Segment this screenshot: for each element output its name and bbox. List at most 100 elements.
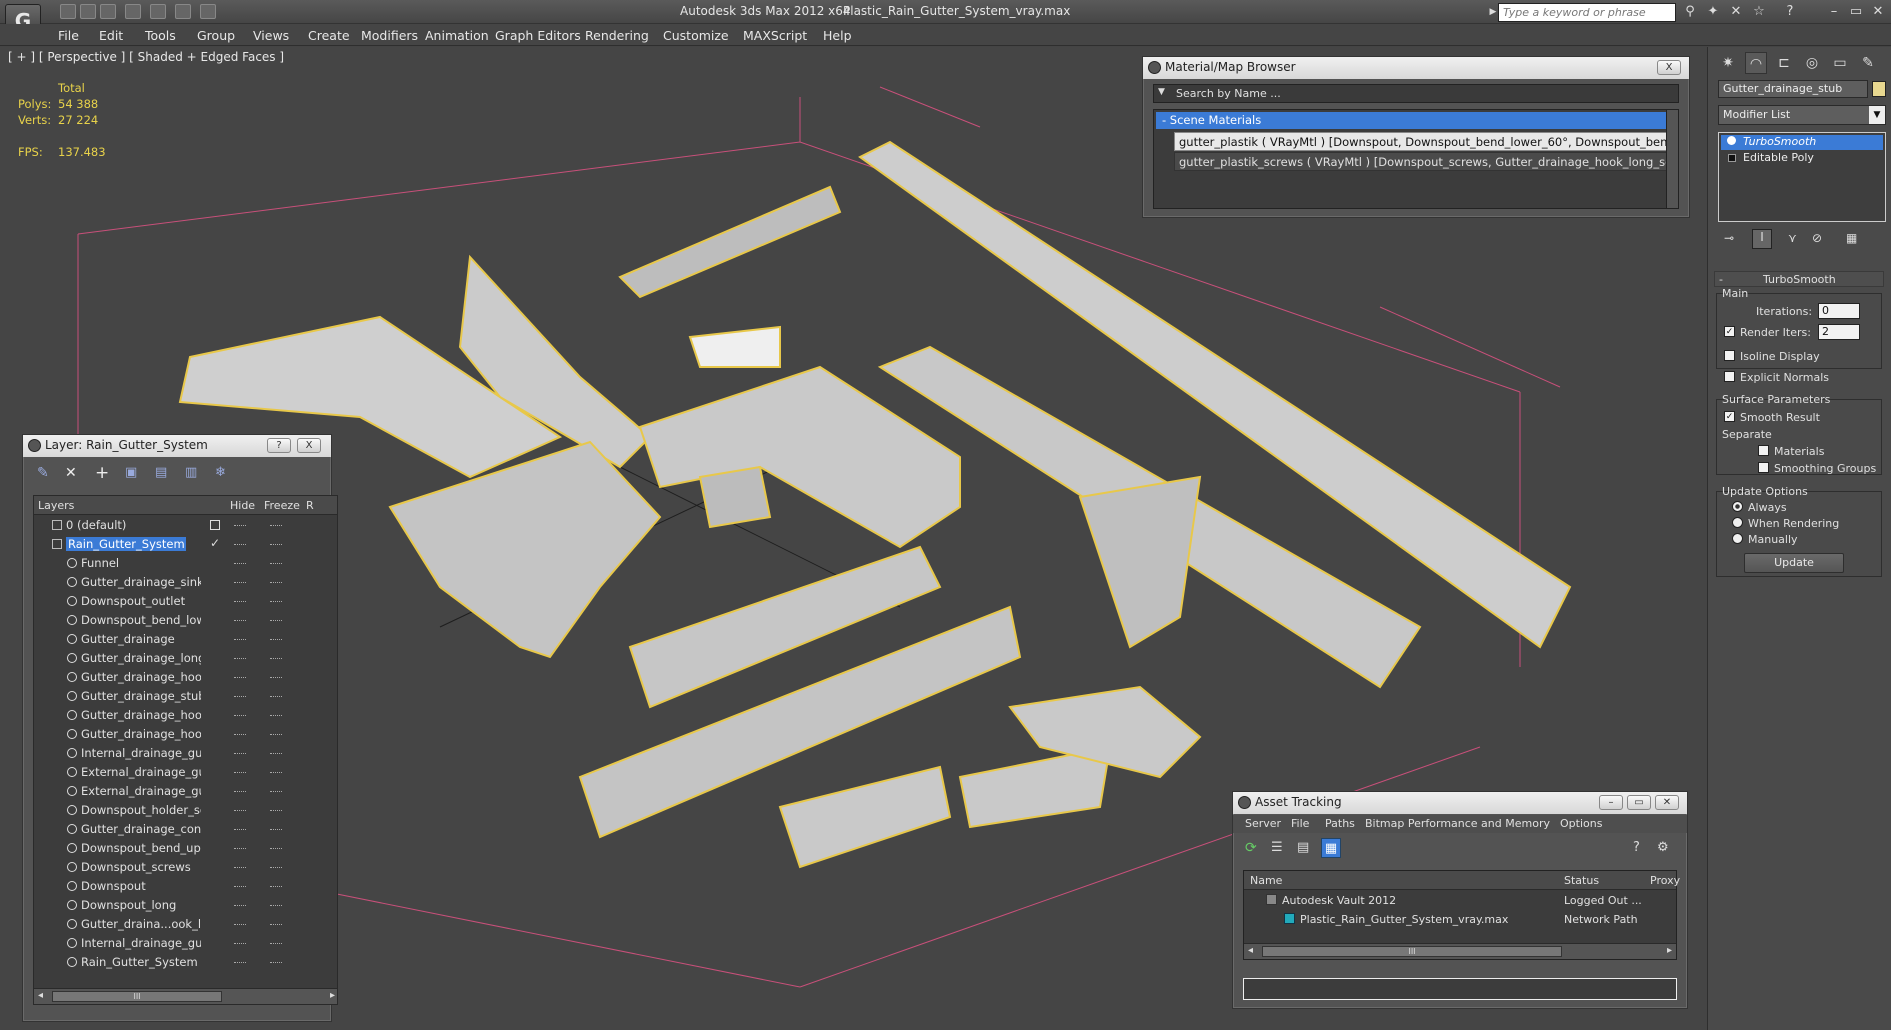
render-iters-spinner[interactable]: 2 — [1818, 324, 1860, 340]
display-tab-icon[interactable]: ▭ — [1829, 52, 1851, 74]
freeze-toggle[interactable] — [270, 677, 282, 679]
col-render[interactable]: R — [306, 499, 314, 512]
hide-toggle[interactable] — [234, 677, 246, 679]
asset-menu-options[interactable]: Options — [1560, 817, 1602, 830]
list-item[interactable]: Rain_Gutter_System — [34, 953, 337, 972]
freeze-toggle[interactable] — [270, 886, 282, 888]
hide-toggle[interactable] — [234, 886, 246, 888]
always-radio[interactable] — [1732, 501, 1743, 512]
asset-menu-paths[interactable]: Paths — [1325, 817, 1355, 830]
list-item[interactable]: Downspout_holder_scr — [34, 801, 337, 820]
undo-icon[interactable] — [125, 4, 141, 19]
list-item[interactable]: Downspout_bend_uppe — [34, 839, 337, 858]
material-item[interactable]: gutter_plastik_screws ( VRayMtl ) [Downs… — [1174, 152, 1671, 171]
list-item[interactable]: Gutter_draina...ook_lo — [34, 915, 337, 934]
freeze-toggle[interactable] — [270, 924, 282, 926]
hide-toggle[interactable] — [234, 962, 246, 964]
freeze-toggle[interactable] — [270, 753, 282, 755]
hide-toggle[interactable] — [234, 772, 246, 774]
object-color-swatch[interactable] — [1872, 81, 1886, 97]
help-icon[interactable]: ? — [1633, 840, 1640, 855]
new-layer-icon[interactable]: ✎ — [37, 465, 49, 481]
hide-toggle[interactable] — [234, 848, 246, 850]
hide-toggle[interactable] — [234, 601, 246, 603]
iterations-spinner[interactable]: 0 — [1818, 303, 1860, 319]
freeze-toggle[interactable] — [270, 943, 282, 945]
menu-rendering[interactable]: Rendering — [585, 28, 649, 43]
remove-modifier-icon[interactable]: ⊘ — [1812, 231, 1822, 245]
list-item[interactable]: Gutter_drainage_stub — [34, 687, 337, 706]
list-item[interactable]: Gutter_drainage_long — [34, 649, 337, 668]
col-layers[interactable]: Layers — [38, 499, 74, 512]
asset-tracking-titlebar[interactable]: Asset Tracking – ▭ ✕ — [1233, 792, 1687, 814]
search-options-icon[interactable]: ▼ — [1158, 87, 1165, 97]
table-row[interactable]: Plastic_Rain_Gutter_System_vray.max Netw… — [1244, 910, 1676, 929]
hide-toggle[interactable] — [234, 943, 246, 945]
favorites-star-icon[interactable]: ☆ — [1751, 4, 1767, 20]
table-row[interactable]: Autodesk Vault 2012 Logged Out ... — [1244, 891, 1676, 910]
when-rendering-radio[interactable] — [1732, 517, 1743, 528]
menu-edit[interactable]: Edit — [99, 28, 123, 43]
list-item[interactable]: Gutter_drainage_conne — [34, 820, 337, 839]
menu-create[interactable]: Create — [308, 28, 350, 43]
asset-menu-bitmap[interactable]: Bitmap Performance and Memory — [1365, 817, 1550, 830]
hide-toggle[interactable] — [234, 620, 246, 622]
stack-item-editable-poly[interactable]: Editable Poly — [1721, 151, 1883, 166]
stack-item-turbosmooth[interactable]: TurboSmooth — [1721, 135, 1883, 150]
redo-icon[interactable] — [150, 4, 166, 19]
freeze-toggle[interactable] — [270, 639, 282, 641]
minimize-button[interactable]: – — [1599, 795, 1623, 810]
list-item[interactable]: Internal_drainage_gutt — [34, 744, 337, 763]
close-icon[interactable]: ✕ — [1870, 4, 1886, 20]
hierarchy-tab-icon[interactable]: ⊏ — [1773, 52, 1795, 74]
asset-hscrollbar[interactable]: ◂ III ▸ — [1244, 943, 1676, 959]
freeze-toggle[interactable] — [270, 772, 282, 774]
menu-help[interactable]: Help — [823, 28, 852, 43]
create-tab-icon[interactable]: ✷ — [1717, 52, 1739, 74]
subscription-icon[interactable]: ✦ — [1705, 4, 1721, 20]
hide-toggle[interactable] — [234, 734, 246, 736]
close-button[interactable]: ✕ — [1655, 795, 1679, 810]
scroll-right-icon[interactable]: ▸ — [1667, 945, 1672, 956]
highlight-layer-icon[interactable]: ▤ — [155, 465, 167, 480]
list-item[interactable]: Downspout_long — [34, 896, 337, 915]
list-item[interactable]: Internal_drainage_gutt — [34, 934, 337, 953]
save-file-icon[interactable] — [100, 4, 116, 19]
make-unique-icon[interactable]: ⋎ — [1788, 231, 1797, 245]
layer-row[interactable]: 0 (default) — [34, 516, 337, 535]
smooth-result-checkbox[interactable]: ✓ — [1724, 411, 1735, 422]
freeze-toggle[interactable] — [270, 829, 282, 831]
menu-graph-editors[interactable]: Graph Editors — [495, 28, 581, 43]
hide-toggle[interactable] — [234, 582, 246, 584]
menu-maxscript[interactable]: MAXScript — [743, 28, 807, 43]
hide-toggle[interactable] — [234, 544, 246, 546]
utilities-tab-icon[interactable]: ✎ — [1857, 52, 1879, 74]
layer-list[interactable]: Layers Hide Freeze R 0 (default) Rain_Gut… — [33, 495, 338, 1005]
material-browser-titlebar[interactable]: Material/Map Browser X — [1143, 57, 1689, 79]
material-browser-close-button[interactable]: X — [1657, 60, 1681, 75]
project-folder-icon[interactable] — [175, 4, 191, 19]
object-name-input[interactable]: Gutter_drainage_stub — [1718, 80, 1868, 98]
hide-toggle[interactable] — [234, 696, 246, 698]
hide-toggle[interactable] — [234, 829, 246, 831]
explicit-normals-checkbox[interactable] — [1724, 371, 1735, 382]
list-item[interactable]: Downspout — [34, 877, 337, 896]
list-item[interactable]: Downspout_bend_lowe — [34, 611, 337, 630]
menu-views[interactable]: Views — [253, 28, 289, 43]
maximize-button[interactable]: ▭ — [1627, 795, 1651, 810]
scroll-right-icon[interactable]: ▸ — [330, 990, 335, 1001]
menu-customize[interactable]: Customize — [663, 28, 729, 43]
modify-tab-icon[interactable]: ◠ — [1745, 52, 1767, 74]
hide-toggle[interactable] — [234, 658, 246, 660]
list-item[interactable]: Gutter_drainage_hook_ — [34, 668, 337, 687]
rollout-collapse-icon[interactable]: - — [1719, 273, 1723, 286]
freeze-toggle[interactable] — [270, 525, 282, 527]
freeze-toggle[interactable] — [270, 810, 282, 812]
freeze-toggle[interactable] — [270, 867, 282, 869]
hide-toggle[interactable] — [234, 525, 246, 527]
scroll-left-icon[interactable]: ◂ — [38, 990, 43, 1001]
motion-tab-icon[interactable]: ◎ — [1801, 52, 1823, 74]
freeze-toggle[interactable] — [270, 962, 282, 964]
configure-sets-icon[interactable]: ▦ — [1846, 231, 1857, 245]
expand-plus-icon[interactable] — [1728, 154, 1736, 162]
